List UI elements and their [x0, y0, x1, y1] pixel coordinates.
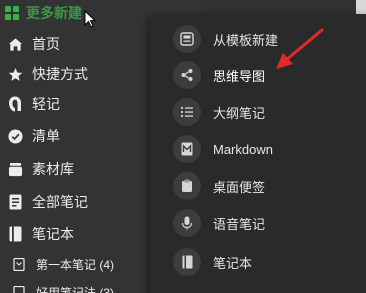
notebook-small-icon	[12, 257, 26, 271]
sidebar-item-shortcuts[interactable]: 快捷方式	[7, 62, 88, 86]
notebook-small-icon	[12, 285, 26, 293]
menu-item-sticky-note[interactable]: 桌面便签	[173, 170, 363, 202]
menu-item-mindmap[interactable]: 思维导图	[173, 59, 363, 91]
new-item-menu: 从模板新建 思维导图 大纲笔记 Markdown 桌面便签 语音笔记 笔记本	[150, 14, 366, 293]
sidebar-item-label: 清单	[32, 128, 60, 144]
sidebar-item-all-notes[interactable]: 全部笔记	[7, 190, 88, 214]
home-icon	[7, 36, 23, 52]
outline-icon	[173, 98, 201, 126]
notebook-item-label: 好用笔记法 (3)	[36, 285, 115, 293]
sidebar-item-label: 全部笔记	[32, 194, 88, 210]
more-new-label: 更多新建	[26, 5, 82, 21]
quick-note-icon	[7, 96, 23, 112]
menu-item-label: 大纲笔记	[213, 105, 266, 121]
star-icon	[7, 66, 23, 82]
material-library-icon	[7, 161, 23, 177]
menu-item-from-template[interactable]: 从模板新建	[173, 23, 363, 55]
menu-item-label: 笔记本	[213, 255, 253, 271]
checklist-icon	[7, 128, 23, 144]
sidebar-item-notebooks[interactable]: 笔记本	[7, 222, 74, 246]
menu-item-markdown[interactable]: Markdown	[173, 133, 363, 165]
menu-item-label: Markdown	[213, 141, 273, 157]
sidebar-item-home[interactable]: 首页	[7, 32, 60, 56]
markdown-icon	[173, 135, 201, 163]
menu-item-label: 从模板新建	[213, 32, 279, 48]
all-notes-icon	[7, 194, 23, 210]
grid-icon	[5, 5, 20, 21]
menu-item-notebook[interactable]: 笔记本	[173, 246, 363, 278]
microphone-icon	[173, 209, 201, 237]
sidebar-item-label: 素材库	[32, 161, 74, 177]
sidebar-item-material-library[interactable]: 素材库	[7, 157, 74, 181]
notebook-item-first[interactable]: 第一本笔记 (4)	[12, 252, 114, 276]
template-icon	[173, 25, 201, 53]
sidebar-item-label: 轻记	[32, 96, 60, 112]
notebook-icon	[173, 248, 201, 276]
menu-item-outline[interactable]: 大纲笔记	[173, 96, 363, 128]
menu-item-label: 桌面便签	[213, 179, 266, 195]
sidebar-item-label: 笔记本	[32, 226, 74, 242]
sidebar-item-label: 首页	[32, 36, 60, 52]
sticky-note-icon	[173, 172, 201, 200]
sidebar-item-checklist[interactable]: 清单	[7, 124, 60, 148]
menu-item-label: 语音笔记	[213, 216, 266, 232]
menu-item-label: 思维导图	[213, 68, 266, 84]
menu-item-voice-note[interactable]: 语音笔记	[173, 207, 363, 239]
notebook-item-second[interactable]: 好用笔记法 (3)	[12, 280, 114, 293]
notebook-item-label: 第一本笔记 (4)	[36, 257, 115, 272]
sidebar-item-label: 快捷方式	[32, 66, 88, 82]
mindmap-icon	[173, 61, 201, 89]
sidebar-item-quick-notes[interactable]: 轻记	[7, 92, 60, 116]
mouse-cursor-icon	[84, 10, 96, 28]
notebook-icon	[7, 226, 23, 242]
more-new-button[interactable]: 更多新建	[5, 3, 82, 23]
